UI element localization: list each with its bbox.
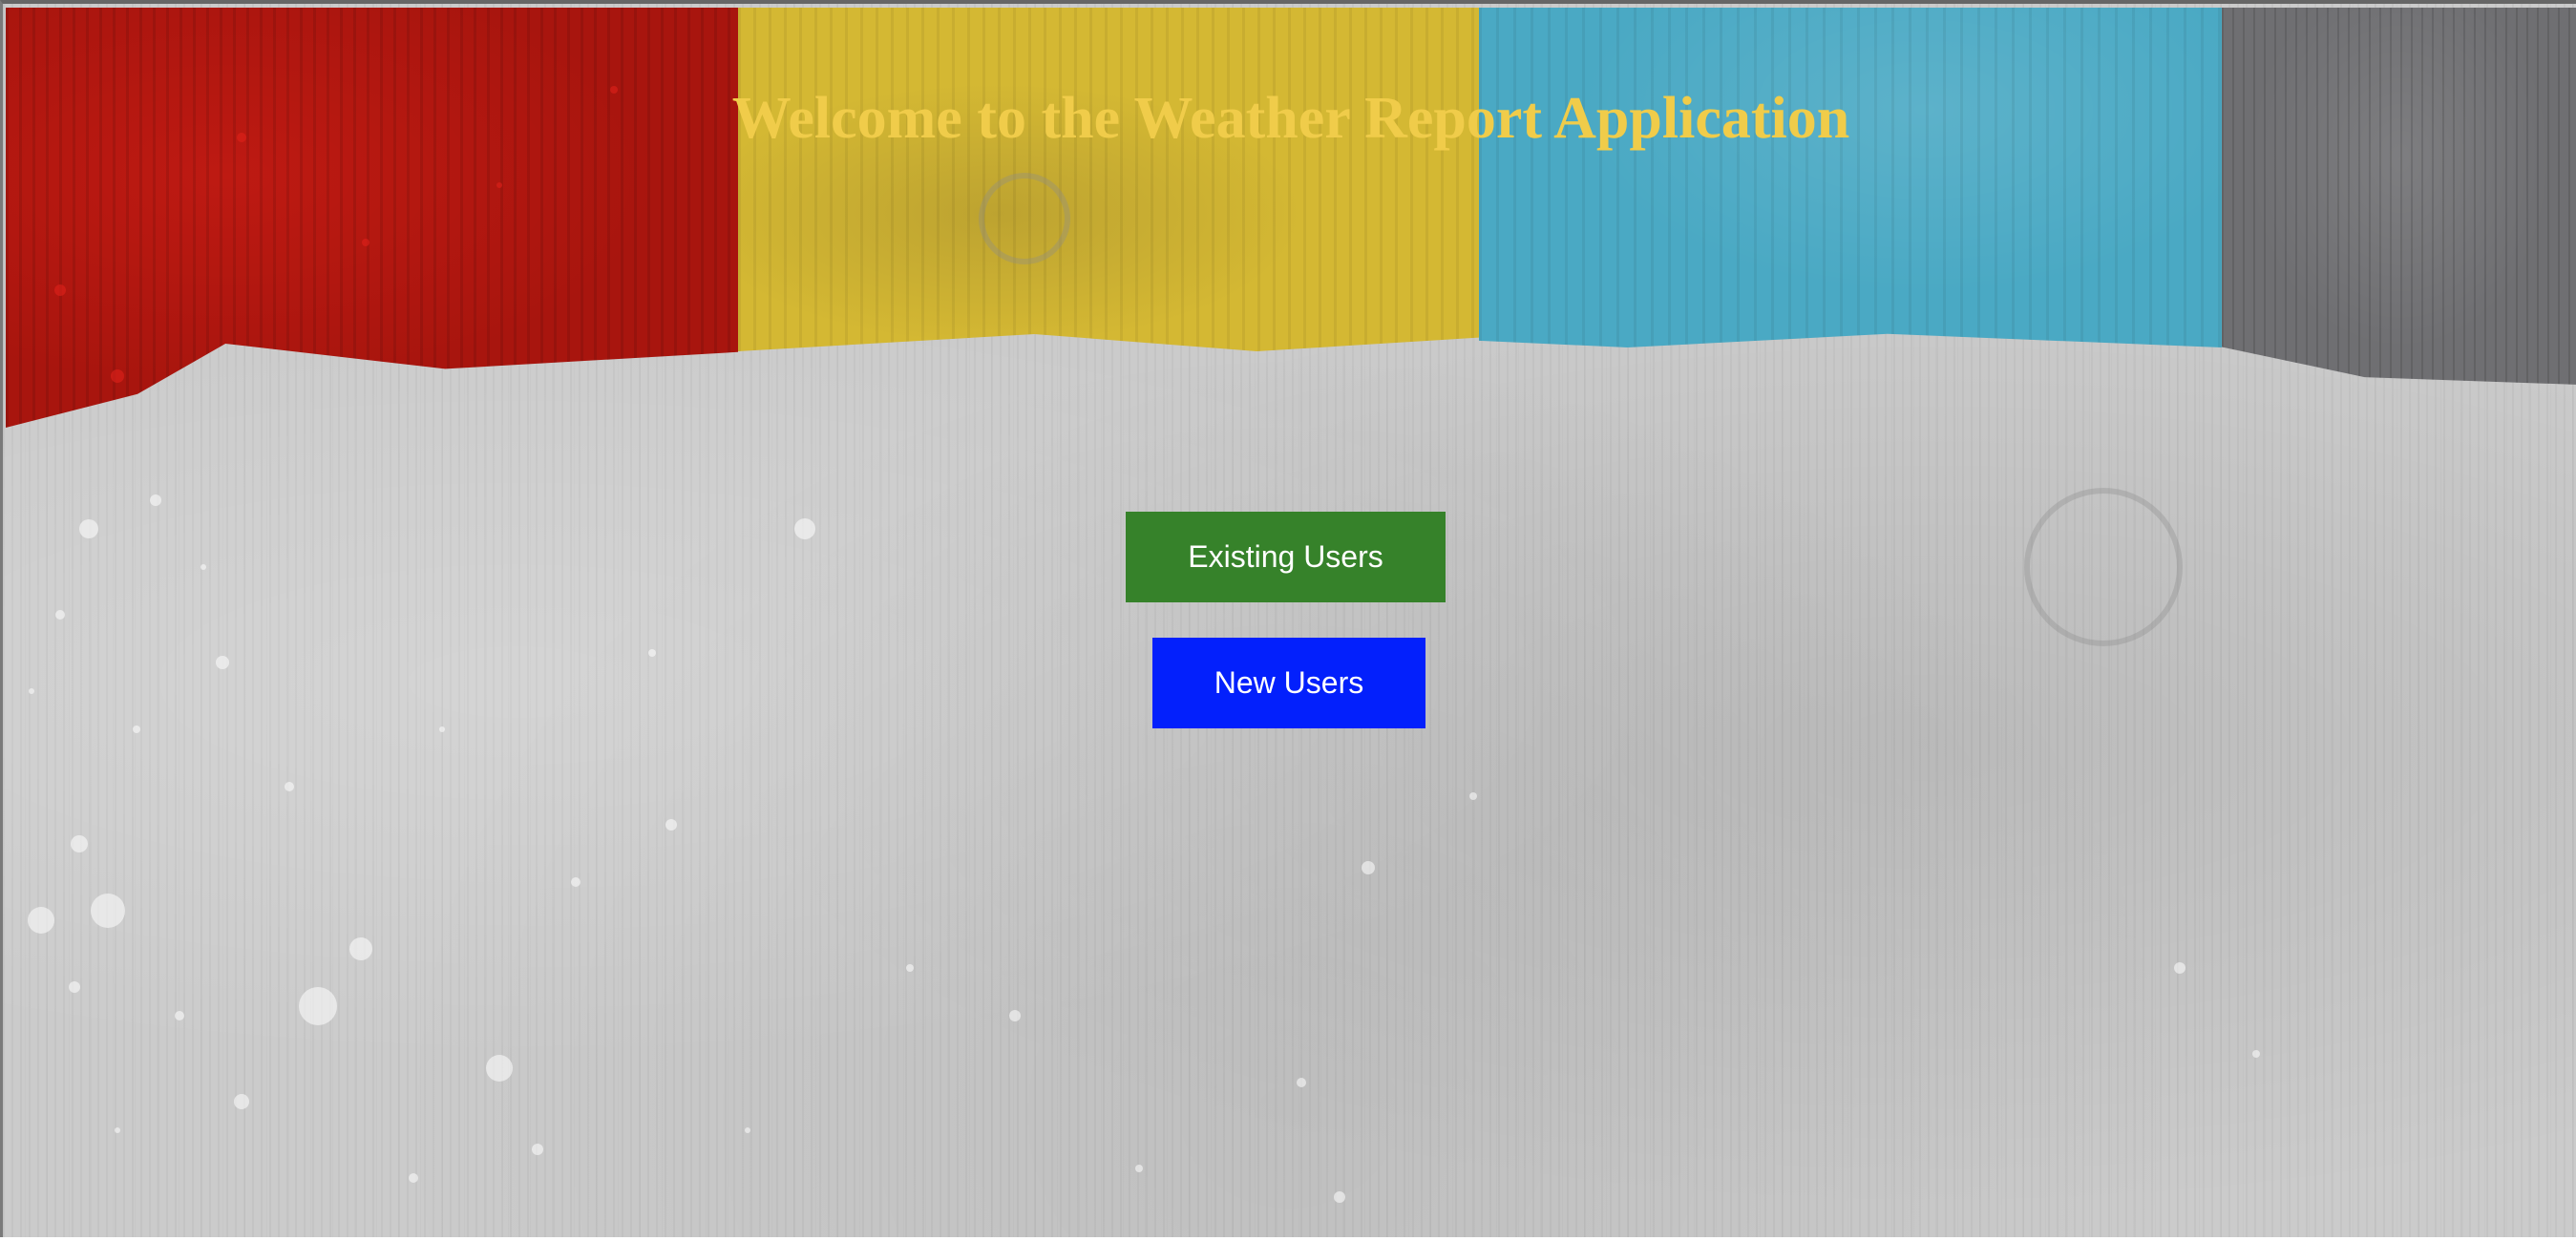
- blue-paint-stripe: [1479, 8, 2222, 347]
- red-paint-stripe: [6, 8, 738, 428]
- gray-paint-stripe: [2222, 8, 2576, 385]
- new-users-button[interactable]: New Users: [1152, 638, 1425, 728]
- page-title: Welcome to the Weather Report Applicatio…: [731, 86, 1850, 151]
- existing-users-button[interactable]: Existing Users: [1126, 512, 1446, 602]
- yellow-paint-stripe: [738, 8, 1479, 351]
- page-background: Welcome to the Weather Report Applicatio…: [0, 0, 2576, 1237]
